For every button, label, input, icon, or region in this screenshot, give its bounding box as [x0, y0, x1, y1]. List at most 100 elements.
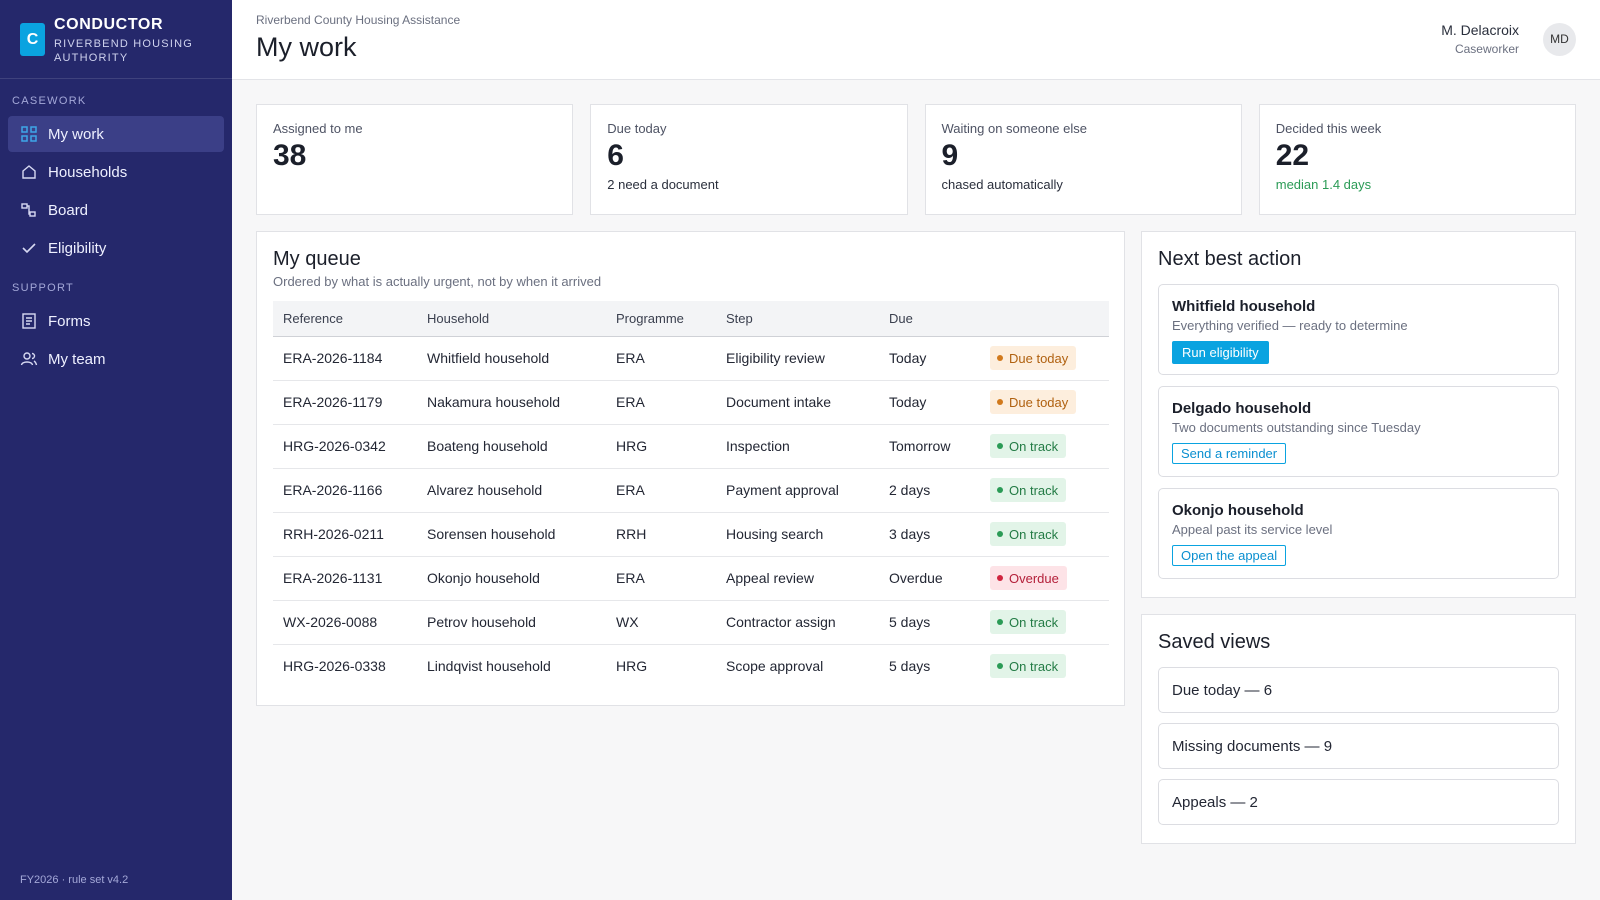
cell-step: Scope approval	[726, 658, 824, 675]
cell-due: Today	[879, 336, 980, 381]
status-dot-icon	[997, 443, 1003, 449]
status-label: Due today	[1009, 394, 1069, 410]
cell-programme: WX	[606, 600, 716, 645]
table-row[interactable]: RRH-2026-0211 Sorensen household RRH Housin…	[273, 512, 1109, 557]
cell-due: 3 days	[879, 512, 980, 557]
saved-view-missing-documents[interactable]: Missing documents — 9	[1158, 723, 1559, 769]
team-icon	[20, 350, 38, 368]
column-header-reference[interactable]: Reference	[273, 301, 417, 337]
saved-view-due-today[interactable]: Due today — 6	[1158, 667, 1559, 713]
breadcrumb[interactable]: Riverbend County Housing Assistance	[256, 13, 460, 27]
user-menu[interactable]: M. Delacroix Caseworker MD	[1441, 22, 1576, 56]
page-title: My work	[256, 32, 357, 62]
stat-card-assigned[interactable]: Assigned to me 38	[256, 104, 574, 215]
sidebar-item-my-team[interactable]: My team	[8, 341, 224, 377]
action-card[interactable]: Whitfield household Everything verified …	[1158, 284, 1559, 375]
column-header-status	[980, 301, 1109, 337]
table-row[interactable]: ERA-2026-1184 Whitfield household ERA Eligi…	[273, 336, 1109, 381]
sidebar-item-my-work[interactable]: My work	[8, 116, 224, 152]
cell-reference: ERA-2026-1166	[273, 468, 417, 513]
next-best-action-panel: Next best action Whitfield household Eve…	[1141, 231, 1576, 598]
cell-status: On track	[980, 468, 1109, 513]
status-badge: On track	[990, 478, 1067, 502]
cell-step: Eligibility review	[716, 336, 879, 381]
cell-status: Overdue	[980, 556, 1109, 601]
table-row[interactable]: ERA-2026-1179 Nakamura household ERA Docume…	[273, 380, 1109, 425]
cell-status: On track	[980, 600, 1109, 645]
cell-due: 5 days	[889, 658, 931, 675]
cell-programme: RRH	[606, 512, 716, 557]
status-label: On track	[1009, 438, 1059, 454]
stat-value: 38	[273, 139, 307, 172]
stat-sub: 2 need a document	[607, 177, 719, 192]
status-label: On track	[1009, 658, 1059, 674]
column-header-due[interactable]: Due	[879, 301, 980, 337]
cell-status: On track	[980, 512, 1109, 557]
run-eligibility-button[interactable]: Run eligibility	[1172, 341, 1269, 364]
stat-card-decided[interactable]: Decided this week 22 median 1.4 days	[1258, 104, 1576, 215]
sidebar-item-board[interactable]: Board	[8, 192, 224, 228]
status-badge: On track	[990, 654, 1067, 679]
column-header-household[interactable]: Household	[417, 301, 606, 337]
cell-household: Petrov household	[417, 600, 606, 645]
action-title: Delgado household	[1172, 400, 1312, 417]
home-icon	[20, 163, 38, 181]
stat-label: Assigned to me	[273, 121, 363, 136]
open-appeal-button[interactable]: Open the appeal	[1172, 545, 1287, 566]
avatar[interactable]: MD	[1543, 22, 1576, 56]
sidebar-item-label: Board	[48, 201, 89, 219]
next-best-action-title: Next best action	[1158, 248, 1302, 270]
table-row[interactable]: ERA-2026-1131 Okonjo household ERA Appeal r…	[273, 556, 1109, 601]
saved-view-appeals[interactable]: Appeals — 2	[1158, 779, 1559, 825]
sidebar-item-eligibility[interactable]: Eligibility	[8, 230, 224, 266]
action-title: Whitfield household	[1172, 298, 1316, 315]
cell-household: Whitfield household	[417, 336, 606, 381]
status-dot-icon	[997, 575, 1003, 581]
cell-household: Nakamura household	[417, 380, 606, 425]
board-icon	[20, 201, 38, 219]
status-dot-icon	[997, 663, 1003, 670]
cell-due: 2 days	[879, 468, 980, 513]
cell-household: Lindqvist household	[427, 658, 551, 675]
sidebar-footer: FY2026 · rule set v4.2	[20, 874, 129, 886]
sidebar-item-households[interactable]: Households	[8, 154, 224, 190]
cell-household: Boateng household	[417, 424, 606, 469]
column-header-programme[interactable]: Programme	[606, 301, 716, 337]
status-badge: On track	[990, 522, 1067, 546]
stat-value: 22	[1275, 139, 1310, 172]
saved-views-panel: Saved views Due today — 6 Missing docume…	[1141, 614, 1576, 844]
queue-table: Reference Household Programme Step Due E…	[273, 301, 1109, 688]
user-role: Caseworker	[1454, 42, 1519, 56]
send-reminder-button[interactable]: Send a reminder	[1172, 443, 1287, 464]
status-badge: Due today	[990, 390, 1077, 414]
sidebar-item-label: My work	[48, 125, 104, 143]
sidebar-item-label: Forms	[48, 312, 91, 330]
cell-due: Today	[879, 380, 980, 425]
sidebar-item-label: My team	[48, 350, 106, 368]
sidebar-item-forms[interactable]: Forms	[8, 303, 224, 339]
stat-label: Decided this week	[1275, 121, 1382, 136]
brand-name: CONDUCTOR	[54, 16, 164, 33]
status-dot-icon	[997, 531, 1003, 537]
action-card[interactable]: Okonjo household Appeal past its service…	[1158, 488, 1559, 579]
table-row[interactable]: WX-2026-0088 Petrov household WX Contractor…	[273, 600, 1109, 645]
action-card[interactable]: Delgado household Two documents outstand…	[1158, 386, 1559, 477]
user-name: M. Delacroix	[1441, 22, 1519, 38]
grid-icon	[20, 125, 38, 143]
cell-due: Overdue	[879, 556, 980, 601]
cell-reference: ERA-2026-1179	[273, 380, 417, 425]
cell-status: On track	[980, 644, 1109, 688]
status-dot-icon	[997, 355, 1003, 361]
table-row[interactable]: HRG-2026-0338 Lindqvist household HRG Scope…	[273, 644, 1109, 688]
stat-card-waiting[interactable]: Waiting on someone else 9 chased automat…	[924, 104, 1242, 215]
queue-subtitle: Ordered by what is actually urgent, not …	[273, 274, 602, 289]
cell-reference: HRG-2026-0338	[283, 658, 386, 675]
stat-cards: Assigned to me 38 Due today 6 2 need a d…	[256, 104, 1576, 215]
stat-card-due-today[interactable]: Due today 6 2 need a document	[590, 104, 908, 215]
table-row[interactable]: ERA-2026-1166 Alvarez household ERA Payment…	[273, 468, 1109, 513]
status-label: Overdue	[1009, 570, 1059, 586]
action-description: Appeal past its service level	[1172, 522, 1333, 537]
column-header-step[interactable]: Step	[716, 301, 879, 337]
table-row[interactable]: HRG-2026-0342 Boateng household HRG Inspect…	[273, 424, 1109, 469]
cell-step: Payment approval	[716, 468, 879, 513]
